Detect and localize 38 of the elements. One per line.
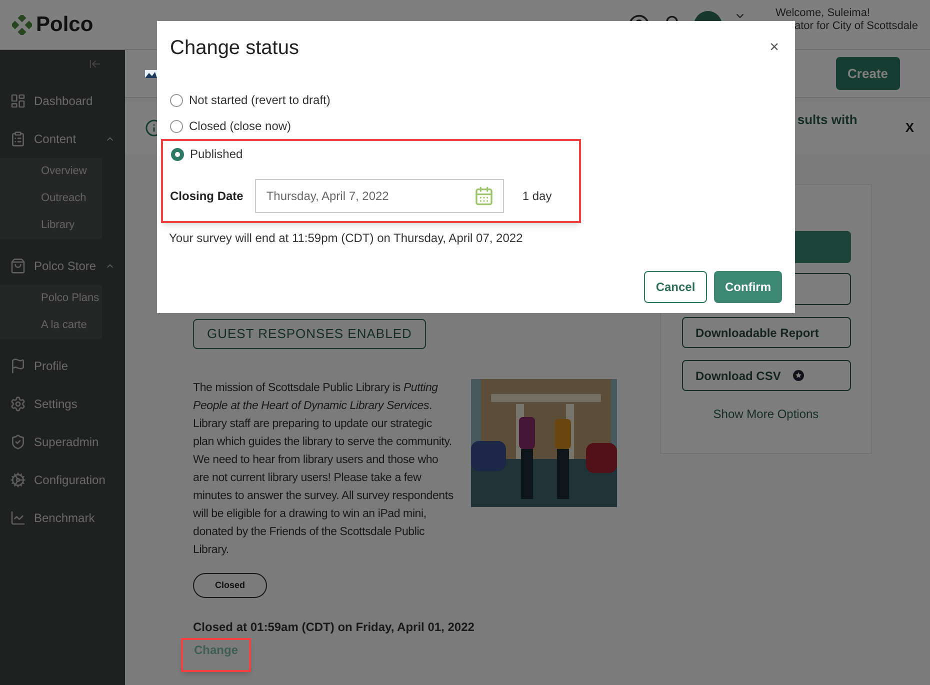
survey-description: The mission of Scottsdale Public Library is Putting People at the Heart of Dynamic Library Services. Library staff are preparing to update our strategic plan which guides the library to serve the community. We need to hear from library users and those who are not current library users! Please take a few minutes to answer the survey. All survey respondents will be eligible for a drawing to win an iPad mini, donated by the Friends of the Scottsdale Public Library. [193,380,454,558]
banner-text: sults with [797,111,858,130]
submenu-item[interactable]: Outreach [0,185,102,212]
action-button[interactable]: Downloadable Report [682,317,850,348]
end-note: Your survey will end at 11:59pm (CDT) on Thursday, April 07, 2022 [169,230,524,247]
status-pill: Closed [193,572,268,598]
change-link[interactable]: Change [181,638,252,672]
logo-text: Polco [36,12,94,38]
sidebar-item[interactable]: Profile [0,347,125,385]
submenu-item[interactable]: A la carte [0,312,102,339]
closing-date-field[interactable]: Thursday, April 7, 2022 [255,179,504,213]
sidebar-item[interactable]: Configuration [0,461,125,499]
sidebar-item[interactable]: Settings [0,385,125,423]
closing-date-label: Closing Date [170,188,244,205]
guest-responses-badge: GUEST RESPONSES ENABLED [193,319,426,348]
sidebar-item[interactable]: Polco Store [0,247,125,285]
cancel-button[interactable]: Cancel [644,271,707,303]
action-button[interactable]: Download CSV [682,360,850,391]
create-button[interactable]: Create [836,57,900,90]
radio-option[interactable]: Closed (close now) [169,113,783,139]
dialog-title: Change status [170,36,299,61]
submenu-item[interactable]: Library [0,212,102,239]
role-text: ator for City of Scottsdale [794,20,918,33]
confirm-button[interactable]: Confirm [714,271,782,303]
sidebar-item[interactable]: Dashboard [0,82,125,120]
dismiss-button[interactable]: X [905,118,914,138]
radio-option[interactable]: Not started (revert to draft) [169,87,783,113]
submenu-item[interactable]: Polco Plans [0,285,102,312]
show-more-link[interactable]: Show More Options [713,405,819,423]
closed-info: Closed at 01:59am (CDT) on Friday, April 01, 2022 [193,619,476,636]
duration-text: 1 day [522,188,552,205]
sidebar-item[interactable]: Content [0,120,125,158]
submenu-item[interactable]: Overview [0,158,102,185]
radio-option[interactable]: Published [170,141,571,167]
sidebar-item[interactable]: Superadmin [0,423,125,461]
welcome-text: Welcome, Suleima! [775,7,870,20]
sidebar-item[interactable]: Benchmark [0,499,125,537]
close-button[interactable]: × [770,36,779,60]
